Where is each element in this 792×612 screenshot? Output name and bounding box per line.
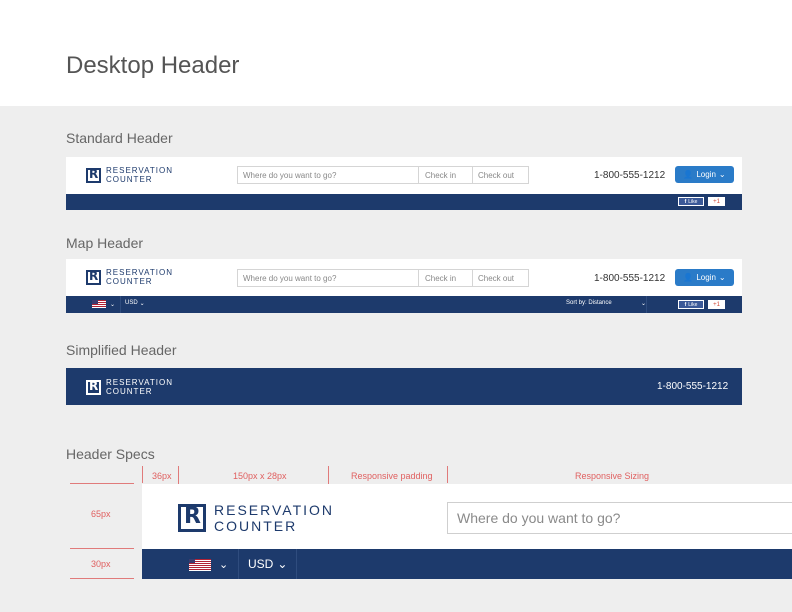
spec-tick bbox=[447, 466, 448, 483]
brand-logo[interactable]: R RESERVATION COUNTER bbox=[86, 268, 173, 286]
phone-number[interactable]: 1-800-555-1212 bbox=[594, 273, 665, 284]
spec-header-bar: R RESERVATION COUNTER Where do you want t… bbox=[142, 484, 792, 549]
standard-header-label: Standard Header bbox=[66, 130, 173, 146]
spec-rule bbox=[70, 548, 134, 549]
social-buttons: f Like +1 bbox=[678, 197, 725, 206]
sort-label: Sort by: Distance bbox=[566, 300, 612, 306]
spec-logo-size: 150px x 28px bbox=[233, 471, 287, 481]
destination-input-large[interactable]: Where do you want to go? bbox=[447, 502, 792, 534]
login-button[interactable]: 👤 Login ⌄ bbox=[675, 166, 734, 183]
chevron-down-icon: ⌄ bbox=[718, 273, 726, 282]
divider bbox=[646, 296, 647, 313]
spec-36px: 36px bbox=[152, 471, 172, 481]
spec-65px: 65px bbox=[91, 509, 111, 519]
facebook-icon: f bbox=[684, 301, 687, 308]
destination-input[interactable]: Where do you want to go? bbox=[238, 167, 419, 183]
phone-number[interactable]: 1-800-555-1212 bbox=[657, 381, 728, 392]
logo-mark-icon: R bbox=[178, 504, 206, 532]
sort-dropdown[interactable]: Sort by: Distance ⌄ bbox=[566, 300, 646, 307]
facebook-like-button[interactable]: f Like bbox=[678, 300, 704, 309]
user-icon: 👤 bbox=[683, 170, 694, 179]
logo-wordmark: RESERVATION COUNTER bbox=[106, 378, 174, 396]
language-selector[interactable]: ⌄ bbox=[92, 300, 115, 308]
login-button[interactable]: 👤 Login ⌄ bbox=[675, 269, 734, 286]
spec-rule bbox=[70, 483, 134, 484]
us-flag-icon bbox=[189, 558, 211, 571]
phone-number[interactable]: 1-800-555-1212 bbox=[594, 170, 665, 181]
currency-label: USD bbox=[248, 557, 274, 571]
logo-wordmark: RESERVATION COUNTER bbox=[106, 268, 174, 286]
us-flag-icon bbox=[92, 300, 106, 308]
language-selector[interactable]: ⌄ bbox=[189, 558, 228, 571]
spec-rule bbox=[70, 578, 134, 579]
standard-header-bar: R RESERVATION COUNTER Where do you want t… bbox=[66, 157, 742, 194]
simplified-header-bar: R RESERVATION COUNTER 1-800-555-1212 bbox=[66, 368, 742, 405]
simplified-header-label: Simplified Header bbox=[66, 342, 177, 358]
logo-mark-icon: R bbox=[86, 269, 101, 285]
chevron-down-icon: ⌄ bbox=[110, 301, 116, 308]
divider bbox=[238, 549, 239, 579]
brand-logo[interactable]: R RESERVATION COUNTER bbox=[86, 378, 173, 396]
header-specs-label: Header Specs bbox=[66, 446, 155, 462]
chevron-down-icon: ⌄ bbox=[219, 559, 229, 571]
spec-tick bbox=[142, 466, 143, 483]
brand-logo[interactable]: R RESERVATION COUNTER bbox=[86, 166, 173, 184]
checkin-input[interactable]: Check in bbox=[419, 270, 473, 286]
spec-subbar: ⌄ USD ⌄ bbox=[142, 549, 792, 579]
currency-label: USD bbox=[125, 300, 138, 306]
brand-logo-large[interactable]: R RESERVATION COUNTER bbox=[178, 502, 334, 534]
facebook-like-button[interactable]: f Like bbox=[678, 197, 704, 206]
logo-mark-icon: R bbox=[86, 379, 101, 395]
map-subbar: ⌄ USD ⌄ Sort by: Distance ⌄ f Like +1 bbox=[66, 296, 742, 313]
map-header-label: Map Header bbox=[66, 235, 144, 251]
search-bar: Where do you want to go? Check in Check … bbox=[237, 166, 529, 184]
spec-sizing: Responsive Sizing bbox=[575, 471, 650, 481]
checkout-input[interactable]: Check out bbox=[473, 270, 528, 286]
user-icon: 👤 bbox=[683, 273, 694, 282]
login-label: Login bbox=[696, 170, 716, 179]
login-label: Login bbox=[696, 273, 716, 282]
page-title: Desktop Header bbox=[66, 52, 240, 79]
standard-subbar: f Like +1 bbox=[66, 194, 742, 210]
logo-wordmark: RESERVATION COUNTER bbox=[106, 166, 174, 184]
social-buttons: f Like +1 bbox=[678, 300, 725, 309]
destination-input[interactable]: Where do you want to go? bbox=[238, 270, 419, 286]
facebook-icon: f bbox=[684, 198, 687, 205]
currency-selector[interactable]: USD ⌄ bbox=[248, 557, 287, 571]
chevron-down-icon: ⌄ bbox=[277, 557, 288, 571]
map-header-bar: R RESERVATION COUNTER Where do you want t… bbox=[66, 259, 742, 296]
checkin-input[interactable]: Check in bbox=[419, 167, 473, 183]
logo-wordmark: RESERVATION COUNTER bbox=[214, 502, 335, 534]
currency-selector[interactable]: USD ⌄ bbox=[125, 300, 145, 307]
search-bar: Where do you want to go? Check in Check … bbox=[237, 269, 529, 287]
chevron-down-icon: ⌄ bbox=[718, 170, 726, 179]
checkout-input[interactable]: Check out bbox=[473, 167, 528, 183]
logo-mark-icon: R bbox=[86, 167, 101, 183]
divider bbox=[120, 296, 121, 313]
spec-30px: 30px bbox=[91, 559, 111, 569]
divider bbox=[296, 549, 297, 579]
google-plus-button[interactable]: +1 bbox=[708, 300, 725, 309]
chevron-down-icon: ⌄ bbox=[139, 301, 145, 307]
google-plus-button[interactable]: +1 bbox=[708, 197, 725, 206]
spec-padding: Responsive padding bbox=[351, 471, 433, 481]
